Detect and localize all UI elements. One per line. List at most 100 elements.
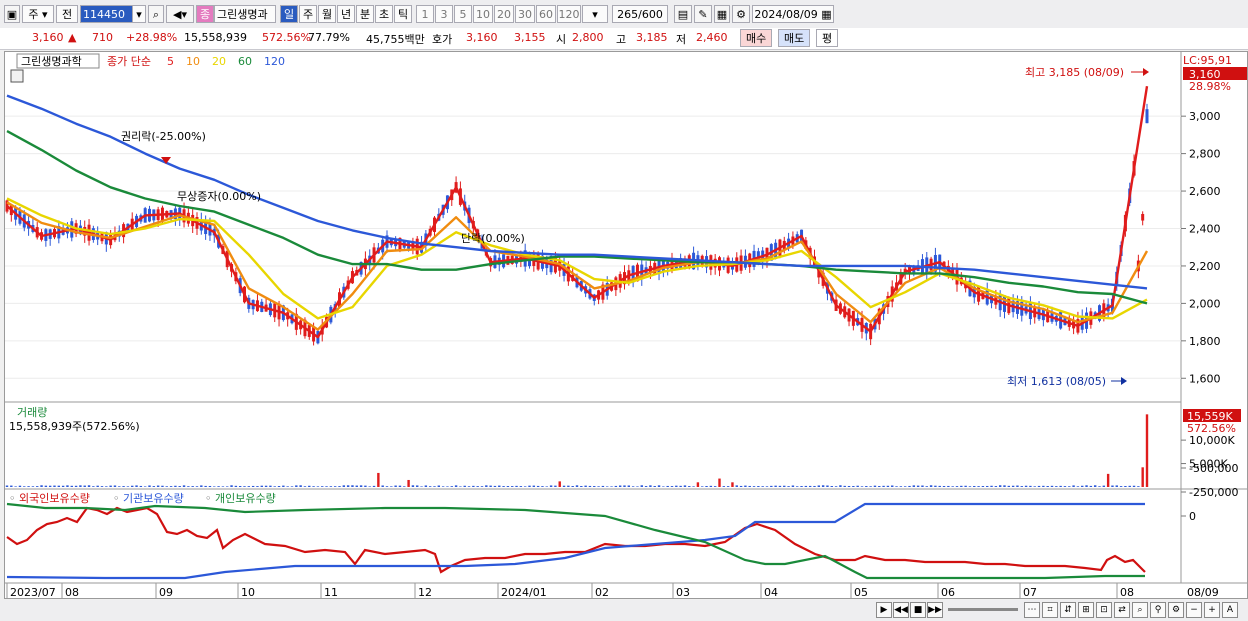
code-dropdown-icon[interactable]: ▾ <box>132 5 146 23</box>
interval-1[interactable]: 1 <box>416 5 434 23</box>
chart-svg[interactable]: 3,000 2,800 2,600 2,400 2,200 2,000 1,800 1,600… <box>5 52 1247 599</box>
zoom-out-icon[interactable]: − <box>1186 602 1202 618</box>
interval-5[interactable]: 5 <box>454 5 472 23</box>
market-type-select[interactable]: 주 ▾ <box>22 5 54 23</box>
zoom-in-icon[interactable]: + <box>1204 602 1220 618</box>
volume-bar <box>187 486 190 487</box>
volume-bar <box>269 485 272 487</box>
volume-bar <box>44 485 48 487</box>
gear-icon[interactable]: ⚙ <box>732 5 750 23</box>
volume-bar <box>148 485 151 487</box>
interval-20[interactable]: 20 <box>494 5 514 23</box>
volume-bar <box>454 485 458 487</box>
font-size-icon[interactable]: A <box>1222 602 1238 618</box>
volume-bar <box>765 486 769 487</box>
volume-bar <box>938 485 941 487</box>
volume-bar <box>1024 485 1028 487</box>
price-tick-label: 2,800 <box>1189 148 1221 161</box>
volume-bar <box>1111 485 1114 487</box>
scroll-right-icon[interactable]: ▶ <box>876 602 892 618</box>
tool-icon-9[interactable]: ⚙ <box>1168 602 1184 618</box>
volume-bar <box>273 486 276 487</box>
candle-icon[interactable]: ▤ <box>674 5 692 23</box>
volume-bar <box>1093 485 1097 487</box>
x-tick-label: 04 <box>764 586 778 598</box>
grid-icon[interactable] <box>10 69 24 83</box>
volume-bar <box>450 486 453 487</box>
save-icon[interactable]: ▦ <box>714 5 730 23</box>
volume-bar <box>1098 486 1101 487</box>
interval-10[interactable]: 10 <box>473 5 493 23</box>
volume-bar <box>1068 486 1071 487</box>
zoom-slider[interactable] <box>948 608 1018 611</box>
period-minute[interactable]: 분 <box>356 5 374 23</box>
volume-bar <box>692 486 695 487</box>
volume-bar <box>10 485 13 487</box>
draw-icon[interactable]: ✎ <box>694 5 712 23</box>
tool-icon-6[interactable]: ⇄ <box>1114 602 1130 618</box>
volume-bar <box>14 486 17 487</box>
interval-60[interactable]: 60 <box>536 5 556 23</box>
volume-bar <box>951 486 954 487</box>
volume-bar <box>87 485 91 487</box>
speaker-icon[interactable]: ◀▾ <box>166 5 194 23</box>
date-field[interactable]: 2024/08/09 ▦ <box>752 5 834 23</box>
period-week[interactable]: 주 <box>299 5 317 23</box>
scroll-start-icon[interactable]: ◀◀ <box>893 602 909 618</box>
eval-button[interactable]: 평 <box>816 29 839 47</box>
volume-bar <box>238 486 242 487</box>
volume-bars <box>5 414 1149 487</box>
moving-average-lines <box>6 86 1149 339</box>
period-year[interactable]: 년 <box>337 5 355 23</box>
stop-icon[interactable]: ■ <box>910 602 926 618</box>
tool-icon-5[interactable]: ⊡ <box>1096 602 1112 618</box>
volume-bar <box>813 485 816 487</box>
scroll-end-icon[interactable]: ▶▶ <box>927 602 943 618</box>
tool-icon-2[interactable]: ⌗ <box>1042 602 1058 618</box>
tool-icon-4[interactable]: ⊞ <box>1078 602 1094 618</box>
buy-button[interactable]: 매수 <box>740 29 773 47</box>
volume-bar <box>118 486 121 487</box>
volume-bar <box>195 486 199 487</box>
holding-tick-label: -500,000 <box>1189 462 1238 475</box>
interval-30[interactable]: 30 <box>515 5 535 23</box>
volume-bar <box>1137 486 1140 487</box>
period-second[interactable]: 초 <box>375 5 393 23</box>
candle-body <box>1145 109 1149 124</box>
volume-bar <box>683 485 687 487</box>
volume-bar <box>407 479 410 487</box>
low-value: 2,460 <box>696 31 728 44</box>
volume-bar <box>1145 414 1149 487</box>
volume-bar <box>726 486 730 487</box>
tool-icon-8[interactable]: ⚲ <box>1150 602 1166 618</box>
interval-120[interactable]: 120 <box>557 5 581 23</box>
market-all-button[interactable]: 전 <box>56 5 78 23</box>
period-day[interactable]: 일 <box>280 5 298 23</box>
volume-bar <box>463 485 466 487</box>
volume-bar <box>942 486 946 487</box>
count-value: 265 <box>617 8 639 21</box>
ma-legend-60: 60 <box>238 55 252 68</box>
volume-bar <box>981 486 985 487</box>
volume-bar <box>321 486 324 487</box>
tool-icon-7[interactable]: ⌕ <box>1132 602 1148 618</box>
volume-bar <box>804 485 808 487</box>
volume-bar <box>472 485 475 487</box>
volume-bar <box>338 486 341 487</box>
holding-legend-marker: ◦ <box>205 492 212 505</box>
sell-button[interactable]: 매도 <box>778 29 811 47</box>
window-icon[interactable]: ▣ <box>4 5 20 23</box>
tool-icon-3[interactable]: ⇵ <box>1060 602 1076 618</box>
stock-group-icon[interactable]: 종 <box>196 5 214 23</box>
count-field[interactable]: 265/600 <box>612 5 668 23</box>
chart-container[interactable]: 3,000 2,800 2,600 2,400 2,200 2,000 1,800 1,600… <box>4 51 1248 599</box>
tool-icon-1[interactable]: ⋯ <box>1024 602 1040 618</box>
search-icon[interactable]: ⌕ <box>148 5 164 23</box>
x-tick-label: 12 <box>418 586 432 598</box>
interval-dropdown-icon[interactable]: ▾ <box>582 5 608 23</box>
volume-bar <box>70 485 73 487</box>
interval-3[interactable]: 3 <box>435 5 453 23</box>
period-month[interactable]: 월 <box>318 5 336 23</box>
volume-bar <box>839 485 842 487</box>
period-tick[interactable]: 틱 <box>394 5 412 23</box>
